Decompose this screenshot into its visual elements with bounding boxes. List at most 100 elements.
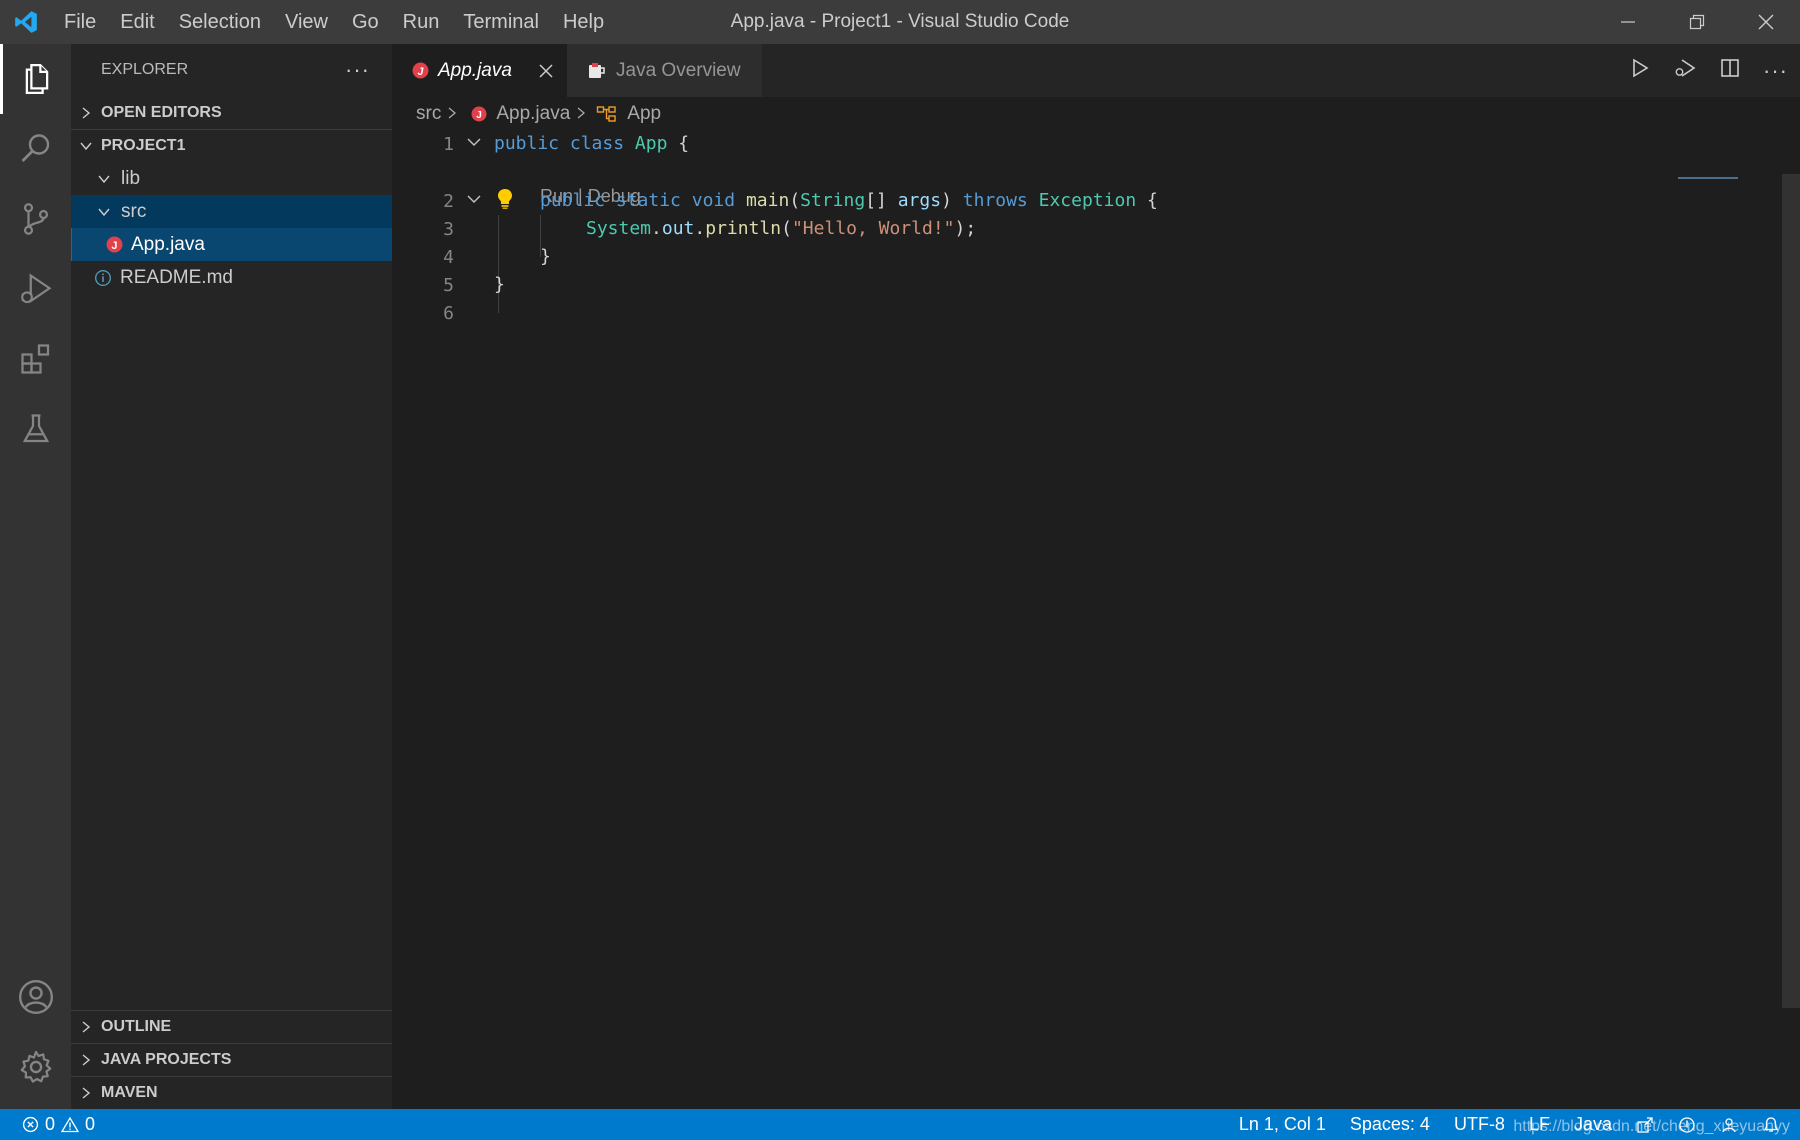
tree-item-readme[interactable]: README.md xyxy=(71,261,392,294)
run-java-icon[interactable] xyxy=(1629,57,1651,84)
run-debug-icon[interactable] xyxy=(0,254,71,324)
error-count: 0 xyxy=(45,1114,56,1134)
feedback-icon[interactable] xyxy=(1720,1116,1738,1134)
vscode-logo-icon xyxy=(0,0,52,44)
indentation[interactable]: Spaces: 4 xyxy=(1350,1114,1430,1135)
fold-chevron-icon[interactable] xyxy=(466,193,482,205)
code-text-line-1: public class App { xyxy=(494,133,689,154)
maven-section[interactable]: MAVEN xyxy=(71,1076,392,1109)
breadcrumb-folder[interactable]: src xyxy=(416,103,441,125)
split-editor-icon[interactable] xyxy=(1719,57,1741,84)
accounts-icon[interactable] xyxy=(0,962,71,1032)
code-token: throws xyxy=(962,190,1028,211)
line-number: 6 xyxy=(443,302,454,324)
debug-java-icon[interactable] xyxy=(1673,57,1697,84)
java-coffee-icon xyxy=(587,62,607,80)
breadcrumb-file[interactable]: App.java xyxy=(496,103,570,125)
problems-indicator[interactable]: 0 0 xyxy=(0,1114,95,1135)
activity-bar xyxy=(0,44,71,1109)
menu-terminal[interactable]: Terminal xyxy=(451,0,551,44)
tree-item-lib[interactable]: lib xyxy=(71,162,392,195)
menu-bar: File Edit Selection View Go Run Terminal… xyxy=(52,0,616,44)
code-line: 3 xyxy=(392,215,454,243)
line-number: 3 xyxy=(443,218,454,240)
menu-help[interactable]: Help xyxy=(551,0,616,44)
code-line: 2 xyxy=(392,187,454,215)
language-mode[interactable]: Java xyxy=(1574,1114,1612,1135)
search-icon[interactable] xyxy=(0,114,71,184)
code-line: 5 xyxy=(392,271,454,299)
tab-java-overview[interactable]: Java Overview xyxy=(567,44,763,97)
tree-item-src[interactable]: src xyxy=(71,195,392,228)
outline-section[interactable]: OUTLINE xyxy=(71,1010,392,1043)
more-actions-button[interactable]: ··· xyxy=(345,57,370,83)
code-token: args xyxy=(897,190,942,211)
lightbulb-icon[interactable] xyxy=(496,188,514,215)
code-token: [] xyxy=(865,190,898,211)
tab-app-java[interactable]: J App.java xyxy=(392,44,567,97)
tree-item-label: App.java xyxy=(131,233,205,255)
code-line: 4 xyxy=(392,243,454,271)
menu-go[interactable]: Go xyxy=(340,0,391,44)
source-control-icon[interactable] xyxy=(0,184,71,254)
code-line: 6 xyxy=(392,299,454,327)
code-token: void xyxy=(691,190,736,211)
line-number: 5 xyxy=(443,274,454,296)
menu-edit[interactable]: Edit xyxy=(108,0,166,44)
minimize-icon xyxy=(1620,21,1635,23)
more-actions-icon[interactable]: ··· xyxy=(1763,58,1788,84)
code-editor[interactable]: 1 public class App { Run | Debug 2 publi… xyxy=(392,130,1782,1109)
notifications-bell-icon[interactable] xyxy=(1762,1116,1780,1134)
open-editors-label: OPEN EDITORS xyxy=(101,103,222,121)
title-bar: File Edit Selection View Go Run Terminal… xyxy=(0,0,1800,44)
project-label: PROJECT1 xyxy=(101,137,186,154)
menu-run[interactable]: Run xyxy=(391,0,452,44)
code-token: { xyxy=(667,133,690,154)
code-token: "Hello, World!" xyxy=(791,218,955,239)
cursor-position[interactable]: Ln 1, Col 1 xyxy=(1239,1114,1326,1135)
sync-icon[interactable] xyxy=(1636,1116,1654,1134)
tree-item-app-java[interactable]: J App.java xyxy=(71,228,392,261)
sidebar-header: EXPLORER ··· xyxy=(71,44,392,96)
settings-gear-icon[interactable] xyxy=(0,1032,71,1102)
close-tab-icon[interactable] xyxy=(539,58,553,84)
chevron-down-icon xyxy=(71,140,101,152)
minimize-button[interactable] xyxy=(1593,0,1662,44)
code-token: public xyxy=(540,190,606,211)
encoding[interactable]: UTF-8 xyxy=(1454,1114,1505,1135)
code-text-line-3: System.out.println("Hello, World!"); xyxy=(586,218,976,239)
testing-icon[interactable] xyxy=(0,394,71,464)
code-token: App xyxy=(634,133,668,154)
java-projects-section[interactable]: JAVA PROJECTS xyxy=(71,1043,392,1076)
breadcrumb-symbol[interactable]: App xyxy=(627,103,661,125)
maven-label: MAVEN xyxy=(101,1084,158,1101)
java-status-icon[interactable] xyxy=(1678,1116,1696,1134)
editor-scrollbar[interactable] xyxy=(1782,174,1800,1008)
code-token: ( xyxy=(789,190,801,211)
end-of-line[interactable]: LF xyxy=(1529,1114,1550,1135)
code-token: { xyxy=(1136,190,1158,211)
menu-file[interactable]: File xyxy=(52,0,108,44)
explorer-sidebar: EXPLORER ··· OPEN EDITORS PROJECT1 lib s… xyxy=(71,44,392,1109)
project-section[interactable]: PROJECT1 xyxy=(71,129,392,162)
status-bar-right: Ln 1, Col 1 Spaces: 4 UTF-8 LF Java xyxy=(1239,1109,1800,1140)
tree-item-label: lib xyxy=(121,167,141,189)
explorer-icon[interactable] xyxy=(0,44,71,114)
close-window-button[interactable] xyxy=(1731,0,1800,44)
extensions-icon[interactable] xyxy=(0,324,71,394)
code-token: String xyxy=(800,190,866,211)
minimap[interactable] xyxy=(1678,177,1738,179)
fold-chevron-icon[interactable] xyxy=(466,136,482,148)
editor-actions: ··· xyxy=(1629,44,1788,97)
restore-button[interactable] xyxy=(1662,0,1731,44)
open-editors-section[interactable]: OPEN EDITORS xyxy=(71,96,392,129)
line-number: 1 xyxy=(443,133,454,155)
chevron-right-icon xyxy=(71,106,101,119)
chevron-right-icon xyxy=(71,1021,101,1033)
menu-view[interactable]: View xyxy=(273,0,340,44)
menu-selection[interactable]: Selection xyxy=(167,0,273,44)
code-token: class xyxy=(569,133,625,154)
chevron-right-icon xyxy=(576,103,586,125)
code-text-line-5: } xyxy=(494,274,505,295)
class-symbol-icon xyxy=(596,105,618,123)
